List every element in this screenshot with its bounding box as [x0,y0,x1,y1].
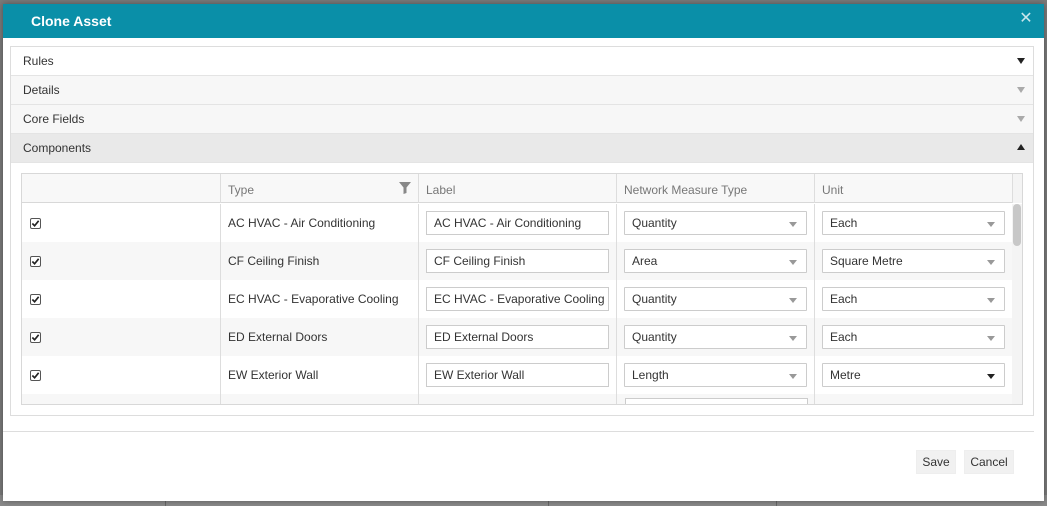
checkmark-icon [31,333,40,341]
accordion-core-fields[interactable]: Core Fields [11,105,1033,134]
caret-down-icon [987,298,995,303]
type-cell: AC HVAC - Air Conditioning [221,204,419,242]
table-row: AC HVAC - Air Conditioning AC HVAC - Air… [22,204,1022,242]
unit-dropdown[interactable]: Each [822,211,1005,235]
unit-dropdown[interactable]: Metre [822,363,1005,387]
dropdown-value: Quantity [632,330,677,344]
chevron-up-icon [1017,144,1025,150]
type-cell: EW Exterior Wall [221,356,419,394]
unit-dropdown[interactable]: Square Metre [822,249,1005,273]
dropdown-value: Metre [830,368,861,382]
measure-type-dropdown[interactable]: Area [624,249,807,273]
dropdown-value: Each [830,292,858,306]
save-button[interactable]: Save [916,450,956,474]
footer-divider [3,431,1034,432]
caret-down-icon [789,222,797,227]
label-input[interactable]: EW Exterior Wall [426,363,609,387]
checkmark-icon [31,371,40,379]
dropdown-value: Quantity [632,292,677,306]
measure-type-dropdown[interactable]: Length [624,363,807,387]
row-checkbox[interactable] [30,217,41,229]
dropdown-value: Length [632,368,669,382]
type-cell: ED External Doors [221,318,419,356]
close-icon[interactable]: ✕ [1018,11,1034,27]
grid-body: AC HVAC - Air Conditioning AC HVAC - Air… [22,204,1022,404]
unit-dropdown[interactable]: Each [822,325,1005,349]
measure-type-dropdown[interactable] [625,398,808,404]
dialog-titlebar: Clone Asset ✕ [3,4,1044,38]
accordion-label: Components [23,141,92,155]
chevron-down-icon [1017,58,1025,64]
label-input[interactable]: ED External Doors [426,325,609,349]
caret-down-icon [987,336,995,341]
type-cell: CF Ceiling Finish [221,242,419,280]
row-checkbox[interactable] [30,255,41,267]
dropdown-value: Area [632,254,658,268]
header-select [22,174,221,203]
label-input[interactable]: AC HVAC - Air Conditioning [426,211,609,235]
table-row: ED External Doors ED External Doors Quan… [22,318,1022,356]
caret-down-icon [789,298,797,303]
accordion-label: Details [23,83,60,97]
caret-down-icon [987,222,995,227]
dropdown-value: Quantity [632,216,677,230]
table-row: EC HVAC - Evaporative Cooling EC HVAC - … [22,280,1022,318]
table-row: EW Exterior Wall EW Exterior Wall Length… [22,356,1022,394]
grid-header: Type Label Network Measure Type Unit [22,174,1022,203]
header-scroll-spacer [1013,174,1022,203]
dropdown-value: Each [830,330,858,344]
chevron-down-icon [1017,116,1025,122]
header-unit[interactable]: Unit [815,174,1013,203]
measure-type-dropdown[interactable]: Quantity [624,325,807,349]
dropdown-value: Each [830,216,858,230]
accordion-rules[interactable]: Rules [11,47,1033,76]
measure-type-dropdown[interactable]: Quantity [624,287,807,311]
unit-dropdown[interactable]: Each [822,287,1005,311]
cancel-button[interactable]: Cancel [964,450,1014,474]
caret-down-icon [789,336,797,341]
components-grid: Type Label Network Measure Type Unit AC … [21,173,1023,405]
label-input[interactable]: CF Ceiling Finish [426,249,609,273]
label-input[interactable]: EC HVAC - Evaporative Cooling [426,287,609,311]
accordion-panelbar: Rules Details Core Fields Components Typ… [10,46,1034,416]
scrollbar-thumb[interactable] [1013,204,1021,246]
measure-type-dropdown[interactable]: Quantity [624,211,807,235]
row-checkbox[interactable] [30,369,41,381]
dropdown-value: Square Metre [830,254,903,268]
header-type[interactable]: Type [221,174,419,203]
checkmark-icon [31,257,40,265]
caret-down-icon [987,260,995,265]
row-checkbox[interactable] [30,293,41,305]
grid-scrollbar[interactable] [1012,204,1022,404]
caret-down-icon [789,374,797,379]
caret-down-icon [987,374,995,379]
header-type-label: Type [228,182,255,197]
accordion-label: Core Fields [23,112,85,126]
table-row: CF Ceiling Finish CF Ceiling Finish Area… [22,242,1022,280]
header-network-measure-type[interactable]: Network Measure Type [617,174,815,203]
accordion-components[interactable]: Components [11,134,1033,163]
header-label[interactable]: Label [419,174,617,203]
accordion-details[interactable]: Details [11,76,1033,105]
chevron-down-icon [1017,87,1025,93]
accordion-label: Rules [23,54,54,68]
dialog-title: Clone Asset [31,13,112,29]
checkmark-icon [31,295,40,303]
caret-down-icon [789,260,797,265]
checkmark-icon [31,219,40,227]
row-checkbox[interactable] [30,331,41,343]
table-row [22,394,1022,404]
filter-icon[interactable] [399,182,411,194]
clone-asset-dialog: Clone Asset ✕ Rules Details Core Fields … [3,4,1044,501]
type-cell: EC HVAC - Evaporative Cooling [221,280,419,318]
